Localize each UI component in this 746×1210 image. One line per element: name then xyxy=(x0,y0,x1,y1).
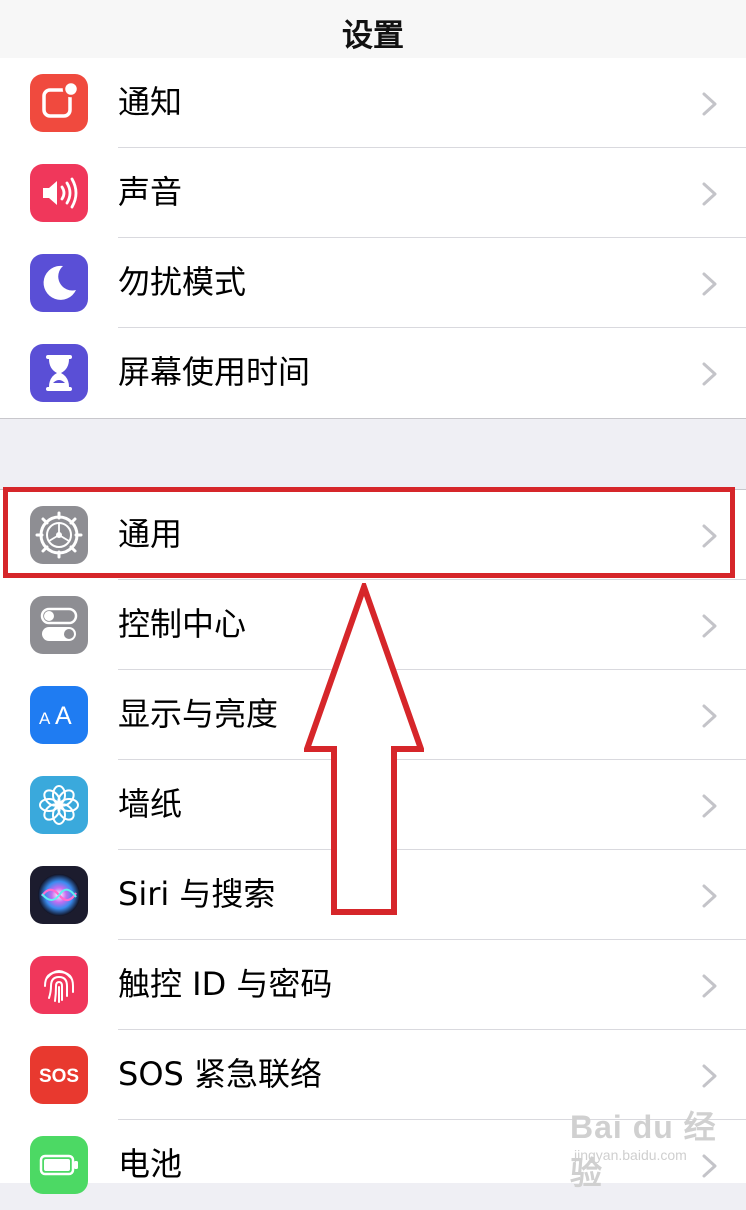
settings-row-label: 墙纸 xyxy=(118,785,183,823)
chevron-right-icon xyxy=(702,614,717,638)
page-title: 设置 xyxy=(342,18,404,54)
settings-row-label: 触控 ID 与密码 xyxy=(118,965,333,1003)
toggles-icon xyxy=(30,596,88,654)
chevron-right-icon xyxy=(702,1064,717,1088)
chevron-right-icon xyxy=(702,362,717,386)
svg-text:A: A xyxy=(55,702,72,730)
siri-icon xyxy=(30,866,88,924)
settings-row-label: 声音 xyxy=(118,173,183,211)
chevron-right-icon xyxy=(702,704,717,728)
fingerprint-icon xyxy=(30,956,88,1014)
chevron-right-icon xyxy=(702,92,717,116)
chevron-right-icon xyxy=(702,182,717,206)
watermark-url: jingyan.baidu.com xyxy=(574,1147,687,1163)
svg-text:A: A xyxy=(39,709,51,728)
wallpaper-flower-icon xyxy=(30,776,88,834)
settings-row-sound[interactable]: 声音 xyxy=(0,148,746,238)
chevron-right-icon xyxy=(702,794,717,818)
annotation-arrow-icon xyxy=(304,583,424,915)
group-divider xyxy=(0,418,746,419)
chevron-right-icon xyxy=(702,272,717,296)
settings-row-touch-id-passcode[interactable]: 触控 ID 与密码 xyxy=(0,940,746,1030)
moon-icon xyxy=(30,254,88,312)
settings-row-screen-time[interactable]: 屏幕使用时间 xyxy=(0,328,746,418)
notifications-icon xyxy=(30,74,88,132)
chevron-right-icon xyxy=(702,974,717,998)
settings-row-notifications[interactable]: 通知 xyxy=(0,58,746,148)
sos-icon: SOS xyxy=(30,1046,88,1104)
settings-row-label: SOS 紧急联络 xyxy=(118,1055,322,1093)
battery-icon xyxy=(30,1136,88,1194)
settings-row-label: 控制中心 xyxy=(118,605,247,643)
settings-row-label: 勿扰模式 xyxy=(118,263,247,301)
settings-row-label: 通知 xyxy=(118,83,183,121)
hourglass-icon xyxy=(30,344,88,402)
settings-row-do-not-disturb[interactable]: 勿扰模式 xyxy=(0,238,746,328)
settings-row-label: 屏幕使用时间 xyxy=(118,353,311,391)
settings-row-label: Siri 与搜索 xyxy=(118,875,276,913)
settings-group-1: 通知 声音 勿扰模式 屏幕使用时间 xyxy=(0,58,746,418)
annotation-highlight-box xyxy=(3,487,735,578)
settings-row-label: 显示与亮度 xyxy=(118,695,279,733)
text-size-icon: AA xyxy=(30,686,88,744)
settings-row-label: 电池 xyxy=(118,1145,183,1183)
sound-icon xyxy=(30,164,88,222)
chevron-right-icon xyxy=(702,884,717,908)
sos-icon-text: SOS xyxy=(39,1066,79,1087)
baidu-jingyan-watermark: Bai du 经验 jingyan.baidu.com xyxy=(570,1102,740,1191)
